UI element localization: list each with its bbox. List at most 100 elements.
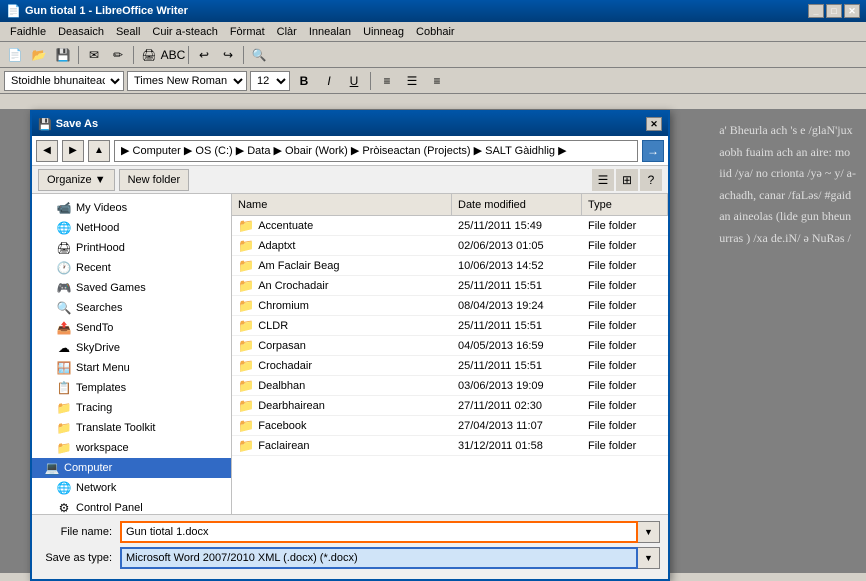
print-preview-button[interactable]: 🖨	[138, 44, 160, 66]
tree-item-network[interactable]: 🌐 Network	[32, 478, 231, 498]
new-folder-button[interactable]: New folder	[119, 169, 190, 191]
tree-item-controlpanel[interactable]: ⚙ Control Panel	[32, 498, 231, 514]
go-button[interactable]: →	[642, 140, 664, 162]
file-date: 03/06/2013 19:09	[452, 380, 582, 392]
tree-item-startmenu[interactable]: 🪟 Start Menu	[32, 358, 231, 378]
file-row[interactable]: 📁 Chromium 08/04/2013 19:24 File folder	[232, 296, 668, 316]
menu-cuir[interactable]: Cuir a-steach	[146, 24, 223, 40]
view-details-button[interactable]: ⊞	[616, 169, 638, 191]
minimize-button[interactable]: _	[808, 4, 824, 18]
savetype-label: Save as type:	[40, 552, 120, 564]
templates-icon: 📋	[56, 380, 72, 396]
filename-input[interactable]	[120, 521, 638, 543]
align-left-button[interactable]: ≡	[376, 70, 398, 92]
savetype-dropdown[interactable]: ▼	[638, 547, 660, 569]
align-center-button[interactable]: ☰	[401, 70, 423, 92]
computer-icon: 💻	[44, 460, 60, 476]
menu-cobhair[interactable]: Cobhair	[410, 24, 461, 40]
tree-item-searches[interactable]: 🔍 Searches	[32, 298, 231, 318]
file-row[interactable]: 📁 Corpasan 04/05/2013 16:59 File folder	[232, 336, 668, 356]
file-date: 25/11/2011 15:51	[452, 320, 582, 332]
filename-dropdown[interactable]: ▼	[638, 521, 660, 543]
email-button[interactable]: ✉	[83, 44, 105, 66]
tree-item-workspace[interactable]: 📁 workspace	[32, 438, 231, 458]
skydrive-icon: ☁	[56, 340, 72, 356]
menu-deasaich[interactable]: Deasaich	[52, 24, 110, 40]
file-type: File folder	[582, 400, 668, 412]
window-title: Gun tiotal 1 - LibreOffice Writer	[25, 5, 188, 17]
address-path[interactable]: ▶ Computer ▶ OS (C:) ▶ Data ▶ Obair (Wor…	[114, 140, 638, 162]
file-row[interactable]: 📁 Adaptxt 02/06/2013 01:05 File folder	[232, 236, 668, 256]
view-button[interactable]: ☰	[592, 169, 614, 191]
tree-item-computer[interactable]: 💻 Computer	[32, 458, 231, 478]
save-button[interactable]: 💾	[52, 44, 74, 66]
save-as-dialog: 💾 Save As ✕ ◀ ▶ ▲ ▶ Computer ▶ OS (C:) ▶…	[30, 110, 670, 581]
forward-button[interactable]: ▶	[62, 140, 84, 162]
redo-button[interactable]: ↪	[217, 44, 239, 66]
dialog-title-text: Save As	[56, 118, 98, 130]
file-row[interactable]: 📁 Facebook 27/04/2013 11:07 File folder	[232, 416, 668, 436]
tree-item-recent[interactable]: 🕐 Recent	[32, 258, 231, 278]
bold-button[interactable]: B	[293, 70, 315, 92]
tree-item-skydrive-label: SkyDrive	[76, 342, 120, 354]
underline-button[interactable]: U	[343, 70, 365, 92]
file-row[interactable]: 📁 Crochadair 25/11/2011 15:51 File folde…	[232, 356, 668, 376]
file-row[interactable]: 📁 Faclairean 31/12/2011 01:58 File folde…	[232, 436, 668, 456]
tree-item-translatetoolkit[interactable]: 📁 Translate Toolkit	[32, 418, 231, 438]
tree-item-tracing[interactable]: 📁 Tracing	[32, 398, 231, 418]
file-row[interactable]: 📁 Dealbhan 03/06/2013 19:09 File folder	[232, 376, 668, 396]
menu-faidhle[interactable]: Faidhle	[4, 24, 52, 40]
menu-format[interactable]: Fòrmat	[224, 24, 271, 40]
tree-item-sendto[interactable]: 📤 SendTo	[32, 318, 231, 338]
dialog-close-button[interactable]: ✕	[646, 117, 662, 131]
file-row[interactable]: 📁 Am Faclair Beag 10/06/2013 14:52 File …	[232, 256, 668, 276]
edit-button[interactable]: ✏	[107, 44, 129, 66]
organize-button[interactable]: Organize ▼	[38, 169, 115, 191]
file-row[interactable]: 📁 An Crochadair 25/11/2011 15:51 File fo…	[232, 276, 668, 296]
tree-item-templates-label: Templates	[76, 382, 126, 394]
up-button[interactable]: ▲	[88, 140, 110, 162]
menu-innealan[interactable]: Innealan	[303, 24, 357, 40]
size-select[interactable]: 12	[250, 71, 290, 91]
col-header-name[interactable]: Name	[232, 194, 452, 215]
col-header-date[interactable]: Date modified	[452, 194, 582, 215]
style-select[interactable]: Stoidhle bhunaiteach	[4, 71, 124, 91]
file-row[interactable]: 📁 Accentuate 25/11/2011 15:49 File folde…	[232, 216, 668, 236]
file-type: File folder	[582, 220, 668, 232]
align-right-button[interactable]: ≡	[426, 70, 448, 92]
font-select[interactable]: Times New Roman	[127, 71, 247, 91]
col-header-type[interactable]: Type	[582, 194, 668, 215]
tree-item-skydrive[interactable]: ☁ SkyDrive	[32, 338, 231, 358]
menu-uinneag[interactable]: Uinneag	[357, 24, 410, 40]
back-button[interactable]: ◀	[36, 140, 58, 162]
tree-item-templates[interactable]: 📋 Templates	[32, 378, 231, 398]
open-button[interactable]: 📂	[28, 44, 50, 66]
sendto-icon: 📤	[56, 320, 72, 336]
tree-item-recent-label: Recent	[76, 262, 111, 274]
tree-item-myvideos[interactable]: 📹 My Videos	[32, 198, 231, 218]
dialog-toolbar: Organize ▼ New folder ☰ ⊞ ?	[32, 166, 668, 194]
tree-item-computer-label: Computer	[64, 462, 112, 474]
file-date: 02/06/2013 01:05	[452, 240, 582, 252]
menu-clar[interactable]: Clàr	[271, 24, 303, 40]
ruler	[0, 94, 866, 110]
find-button[interactable]: 🔍	[248, 44, 270, 66]
tree-item-nethood[interactable]: 🌐 NetHood	[32, 218, 231, 238]
undo-button[interactable]: ↩	[193, 44, 215, 66]
italic-button[interactable]: I	[318, 70, 340, 92]
new-button[interactable]: 📄	[4, 44, 26, 66]
tree-item-savedgames[interactable]: 🎮 Saved Games	[32, 278, 231, 298]
file-row[interactable]: 📁 Dearbhairean 27/11/2011 02:30 File fol…	[232, 396, 668, 416]
file-name: Corpasan	[258, 340, 306, 352]
menu-seall[interactable]: Seall	[110, 24, 146, 40]
close-button[interactable]: ✕	[844, 4, 860, 18]
help-button[interactable]: ?	[640, 169, 662, 191]
savetype-input[interactable]	[120, 547, 638, 569]
searches-icon: 🔍	[56, 300, 72, 316]
file-type: File folder	[582, 260, 668, 272]
file-row[interactable]: 📁 CLDR 25/11/2011 15:51 File folder	[232, 316, 668, 336]
spellcheck-button[interactable]: ABC	[162, 44, 184, 66]
tree-item-printhood[interactable]: 🖨 PrintHood	[32, 238, 231, 258]
maximize-button[interactable]: □	[826, 4, 842, 18]
file-name: Adaptxt	[258, 240, 295, 252]
